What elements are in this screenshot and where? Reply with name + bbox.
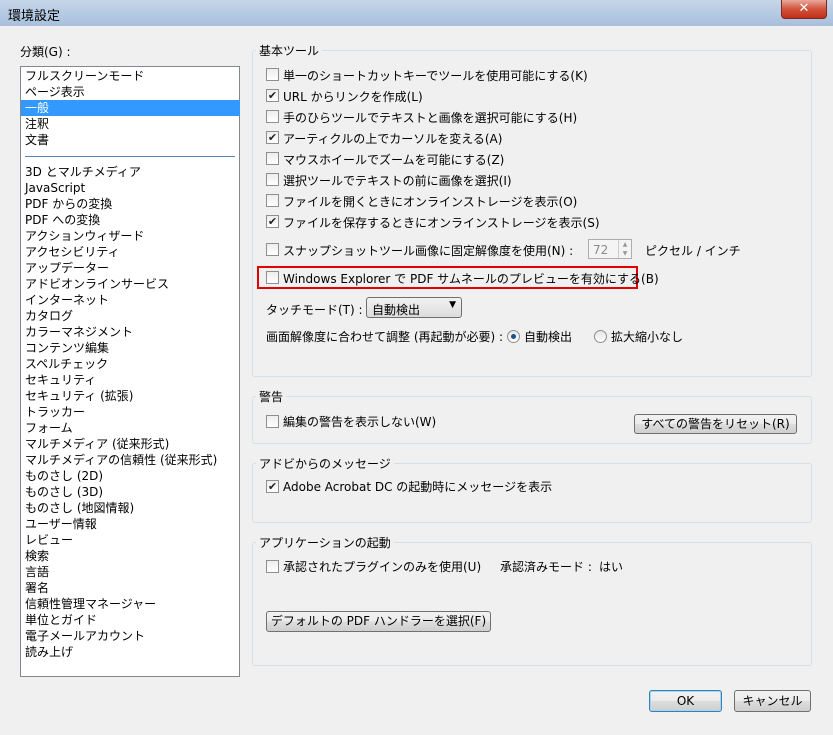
category-item[interactable]: スペルチェック bbox=[21, 356, 240, 372]
category-item[interactable]: ものさし (地図情報) bbox=[21, 500, 240, 516]
option-checkbox[interactable] bbox=[266, 173, 279, 186]
category-item[interactable]: JavaScript bbox=[21, 180, 240, 196]
option-label: 手のひらツールでテキストと画像を選択可能にする(H) bbox=[283, 111, 578, 125]
category-item[interactable]: 3D とマルチメディア bbox=[21, 164, 240, 180]
snapshot-label: スナップショットツール画像に固定解像度を使用(N) : bbox=[283, 244, 574, 258]
category-item[interactable]: セキュリティ (拡張) bbox=[21, 388, 240, 404]
messages-title: アドビからのメッセージ bbox=[256, 455, 394, 472]
approved-mode-value: はい bbox=[599, 560, 624, 574]
title-bar[interactable]: 環境設定 ✕ bbox=[0, 0, 833, 26]
option-checkbox[interactable] bbox=[266, 110, 279, 123]
messages-checkbox[interactable]: ✔ bbox=[266, 480, 279, 493]
warnings-title: 警告 bbox=[256, 388, 287, 405]
option-label: マウスホイールでズームを可能にする(Z) bbox=[283, 153, 505, 167]
category-item[interactable]: ページ表示 bbox=[21, 84, 240, 100]
category-item[interactable]: アクションウィザード bbox=[21, 228, 240, 244]
spin-down-icon[interactable]: ▼ bbox=[618, 249, 631, 258]
category-item[interactable]: フルスクリーンモード bbox=[21, 68, 240, 84]
category-item[interactable]: 読み上げ bbox=[21, 644, 240, 660]
category-item[interactable]: 電子メールアカウント bbox=[21, 628, 240, 644]
option-checkbox[interactable] bbox=[266, 68, 279, 81]
category-label: 分類(G) : bbox=[20, 45, 71, 59]
option-checkbox[interactable]: ✔ bbox=[266, 131, 279, 144]
category-item[interactable]: アドビオンラインサービス bbox=[21, 276, 240, 292]
category-item[interactable]: 一般 bbox=[21, 100, 240, 116]
touch-mode-value: 自動検出 bbox=[372, 303, 421, 317]
basic-tools-title: 基本ツール bbox=[256, 42, 323, 59]
option-label: ファイルを保存するときにオンラインストレージを表示(S) bbox=[283, 216, 600, 230]
resolution-spinner[interactable]: 72 ▲ ▼ bbox=[588, 239, 632, 259]
option-label: URL からリンクを作成(L) bbox=[283, 90, 423, 104]
category-item[interactable]: 言語 bbox=[21, 564, 240, 580]
category-separator bbox=[25, 156, 235, 157]
category-item[interactable]: セキュリティ bbox=[21, 372, 240, 388]
category-item[interactable]: 信頼性管理マネージャー bbox=[21, 596, 240, 612]
option-label: アーティクルの上でカーソルを変える(A) bbox=[283, 132, 503, 146]
category-item[interactable]: カタログ bbox=[21, 308, 240, 324]
reset-warnings-button[interactable]: すべての警告をリセット(R) bbox=[634, 414, 797, 434]
scaling-auto-radio[interactable] bbox=[507, 330, 520, 343]
window-title: 環境設定 bbox=[8, 9, 61, 24]
scaling-auto-label: 自動検出 bbox=[524, 330, 573, 344]
resolution-unit: ピクセル / インチ bbox=[645, 244, 741, 258]
chevron-down-icon: ▼ bbox=[449, 300, 456, 310]
category-item[interactable]: マルチメディアの信頼性 (従来形式) bbox=[21, 452, 240, 468]
warning-label: 編集の警告を表示しない(W) bbox=[283, 415, 437, 429]
option-checkbox[interactable]: ✔ bbox=[266, 215, 279, 228]
pdf-handler-button[interactable]: デフォルトの PDF ハンドラーを選択(F) bbox=[266, 611, 491, 632]
category-item[interactable]: コンテンツ編集 bbox=[21, 340, 240, 356]
touch-mode-label: タッチモード(T) : bbox=[266, 303, 363, 317]
scaling-label: 画面解像度に合わせて調整 (再起動が必要) : bbox=[266, 330, 504, 344]
category-item[interactable]: ものさし (2D) bbox=[21, 468, 240, 484]
category-item[interactable]: マルチメディア (従来形式) bbox=[21, 436, 240, 452]
category-item[interactable]: 注釈 bbox=[21, 116, 240, 132]
cancel-button[interactable]: キャンセル bbox=[734, 690, 811, 712]
category-listbox[interactable]: フルスクリーンモード ページ表示 一般 注釈 文書 3D とマルチメディア JavaScri… bbox=[20, 66, 240, 677]
scaling-none-radio[interactable] bbox=[594, 330, 607, 343]
spin-up-icon[interactable]: ▲ bbox=[618, 240, 631, 249]
warning-checkbox[interactable] bbox=[266, 415, 279, 428]
option-label: ファイルを開くときにオンラインストレージを表示(O) bbox=[283, 195, 578, 209]
option-checkbox[interactable] bbox=[266, 152, 279, 165]
option-label: 選択ツールでテキストの前に画像を選択(I) bbox=[283, 174, 512, 188]
resolution-value: 72 bbox=[593, 243, 609, 257]
category-item[interactable]: 文書 bbox=[21, 132, 240, 148]
category-item[interactable]: 検索 bbox=[21, 548, 240, 564]
startup-title: アプリケーションの起動 bbox=[256, 534, 394, 551]
touch-mode-select[interactable]: 自動検出 ▼ bbox=[366, 297, 462, 318]
category-item[interactable]: ものさし (3D) bbox=[21, 484, 240, 500]
category-item[interactable]: トラッカー bbox=[21, 404, 240, 420]
category-item[interactable]: レビュー bbox=[21, 532, 240, 548]
option-checkbox[interactable] bbox=[266, 194, 279, 207]
category-item[interactable]: 署名 bbox=[21, 580, 240, 596]
plugins-checkbox[interactable] bbox=[266, 560, 279, 573]
category-item[interactable]: PDF への変換 bbox=[21, 212, 240, 228]
approved-mode-label: 承認済みモード : bbox=[500, 560, 592, 574]
category-item[interactable]: フォーム bbox=[21, 420, 240, 436]
category-item[interactable]: PDF からの変換 bbox=[21, 196, 240, 212]
plugins-label: 承認されたプラグインのみを使用(U) bbox=[283, 560, 482, 574]
option-label: 単一のショートカットキーでツールを使用可能にする(K) bbox=[283, 69, 588, 83]
messages-label: Adobe Acrobat DC の起動時にメッセージを表示 bbox=[283, 480, 553, 494]
category-item[interactable]: インターネット bbox=[21, 292, 240, 308]
category-item[interactable]: ユーザー情報 bbox=[21, 516, 240, 532]
snapshot-checkbox[interactable] bbox=[266, 243, 279, 256]
scaling-none-label: 拡大縮小なし bbox=[611, 330, 684, 344]
ok-button[interactable]: OK bbox=[649, 690, 722, 712]
category-item[interactable]: アップデーター bbox=[21, 260, 240, 276]
category-item[interactable]: カラーマネジメント bbox=[21, 324, 240, 340]
preferences-window: 環境設定 ✕ 分類(G) : フルスクリーンモード ページ表示 一般 注釈 文書 3D と… bbox=[0, 0, 833, 735]
option-checkbox[interactable]: ✔ bbox=[266, 89, 279, 102]
close-button[interactable]: ✕ bbox=[781, 0, 827, 19]
category-item[interactable]: 単位とガイド bbox=[21, 612, 240, 628]
category-item[interactable]: アクセシビリティ bbox=[21, 244, 240, 260]
explorer-thumbnail-checkbox[interactable] bbox=[266, 271, 279, 284]
explorer-thumbnail-label: Windows Explorer で PDF サムネールのプレビューを有効にする… bbox=[283, 272, 659, 286]
